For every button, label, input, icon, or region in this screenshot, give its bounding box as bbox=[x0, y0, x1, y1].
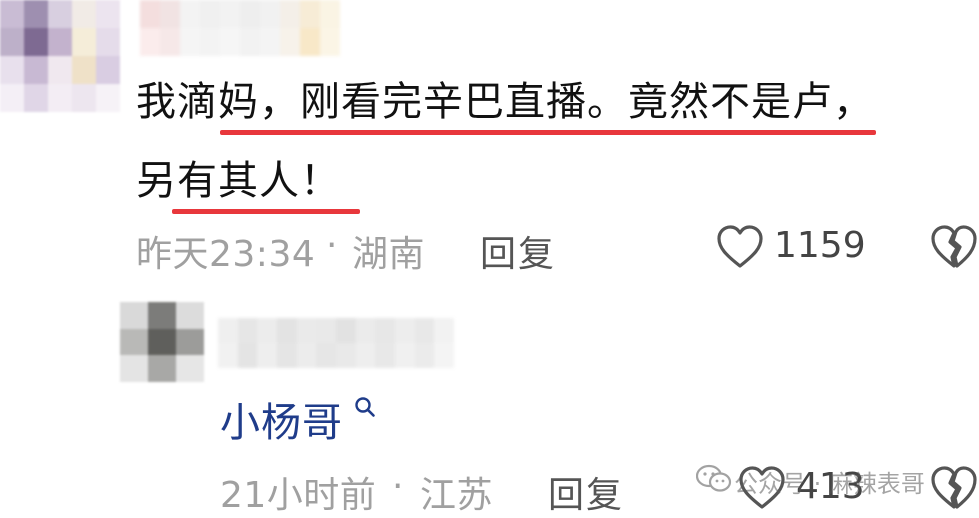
comment-location: 湖南 bbox=[352, 234, 426, 275]
comment-meta-dot: · bbox=[326, 225, 338, 266]
heart-outline-icon[interactable] bbox=[716, 224, 764, 270]
highlight-underline-2 bbox=[172, 209, 360, 214]
replier-avatar[interactable] bbox=[120, 302, 204, 382]
broken-heart-icon[interactable] bbox=[930, 465, 978, 511]
mention-link[interactable]: 小杨哥 bbox=[220, 390, 343, 448]
comment-text-line-2: 另有其人！ bbox=[136, 158, 341, 204]
comment-like-count: 1159 bbox=[774, 225, 866, 266]
broken-heart-icon[interactable] bbox=[930, 224, 978, 270]
comment-timestamp: 昨天23:34 bbox=[136, 234, 316, 275]
commenter-avatar[interactable] bbox=[0, 0, 120, 112]
comment-text-line-1: 我滴妈，刚看完辛巴直播。竟然不是卢， bbox=[136, 79, 874, 125]
replier-name-blurred[interactable] bbox=[218, 318, 454, 368]
commenter-name-blurred[interactable] bbox=[140, 0, 340, 56]
reply-reply-button[interactable]: 回复 bbox=[548, 466, 624, 518]
highlight-underline-1 bbox=[220, 130, 876, 135]
reply-location: 江苏 bbox=[420, 475, 494, 516]
search-icon[interactable] bbox=[354, 396, 376, 418]
watermark-text: 公众号 · 麻辣表哥 bbox=[734, 470, 925, 498]
comment-reply-button[interactable]: 回复 bbox=[480, 225, 556, 277]
reply-timestamp: 21小时前 bbox=[220, 475, 377, 516]
reply-meta-dot: · bbox=[392, 466, 404, 507]
wechat-icon bbox=[696, 464, 732, 494]
